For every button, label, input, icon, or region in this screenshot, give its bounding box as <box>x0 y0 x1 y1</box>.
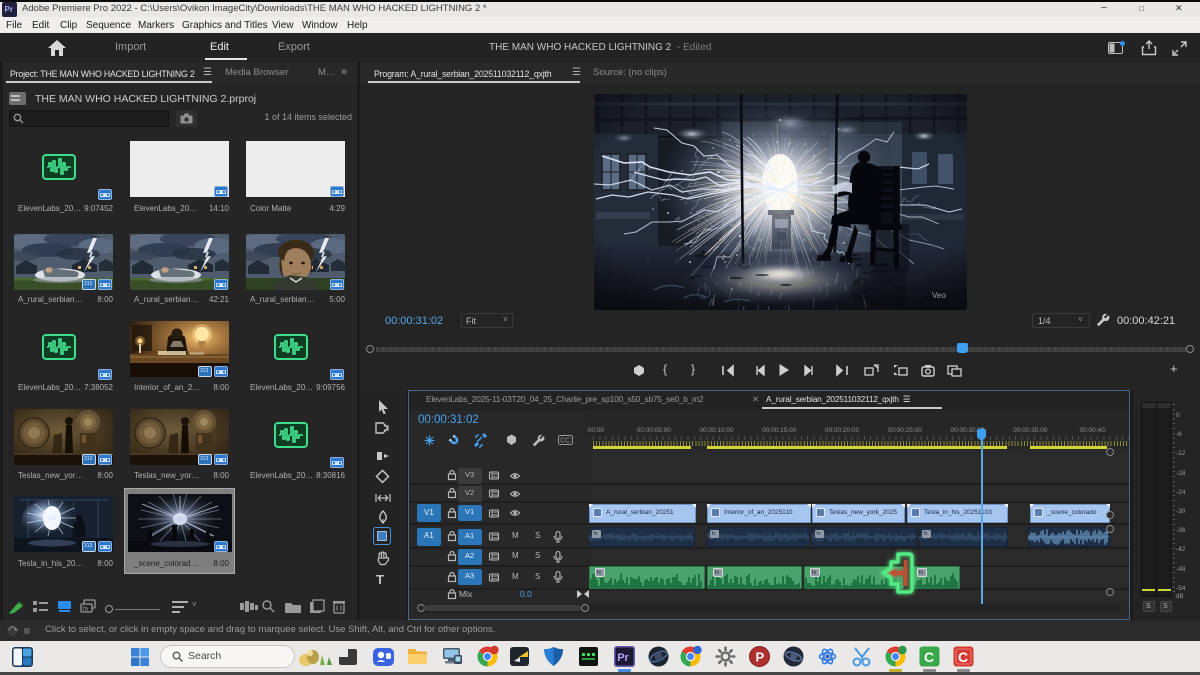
svg-text:P: P <box>756 650 765 665</box>
svg-text:C: C <box>924 649 934 665</box>
svg-text:fa: fa <box>83 607 89 613</box>
svg-text:C: C <box>958 649 968 665</box>
svg-text:Veo: Veo <box>932 291 946 300</box>
svg-text:CC: CC <box>560 438 570 445</box>
svg-text:Pr: Pr <box>617 652 629 664</box>
